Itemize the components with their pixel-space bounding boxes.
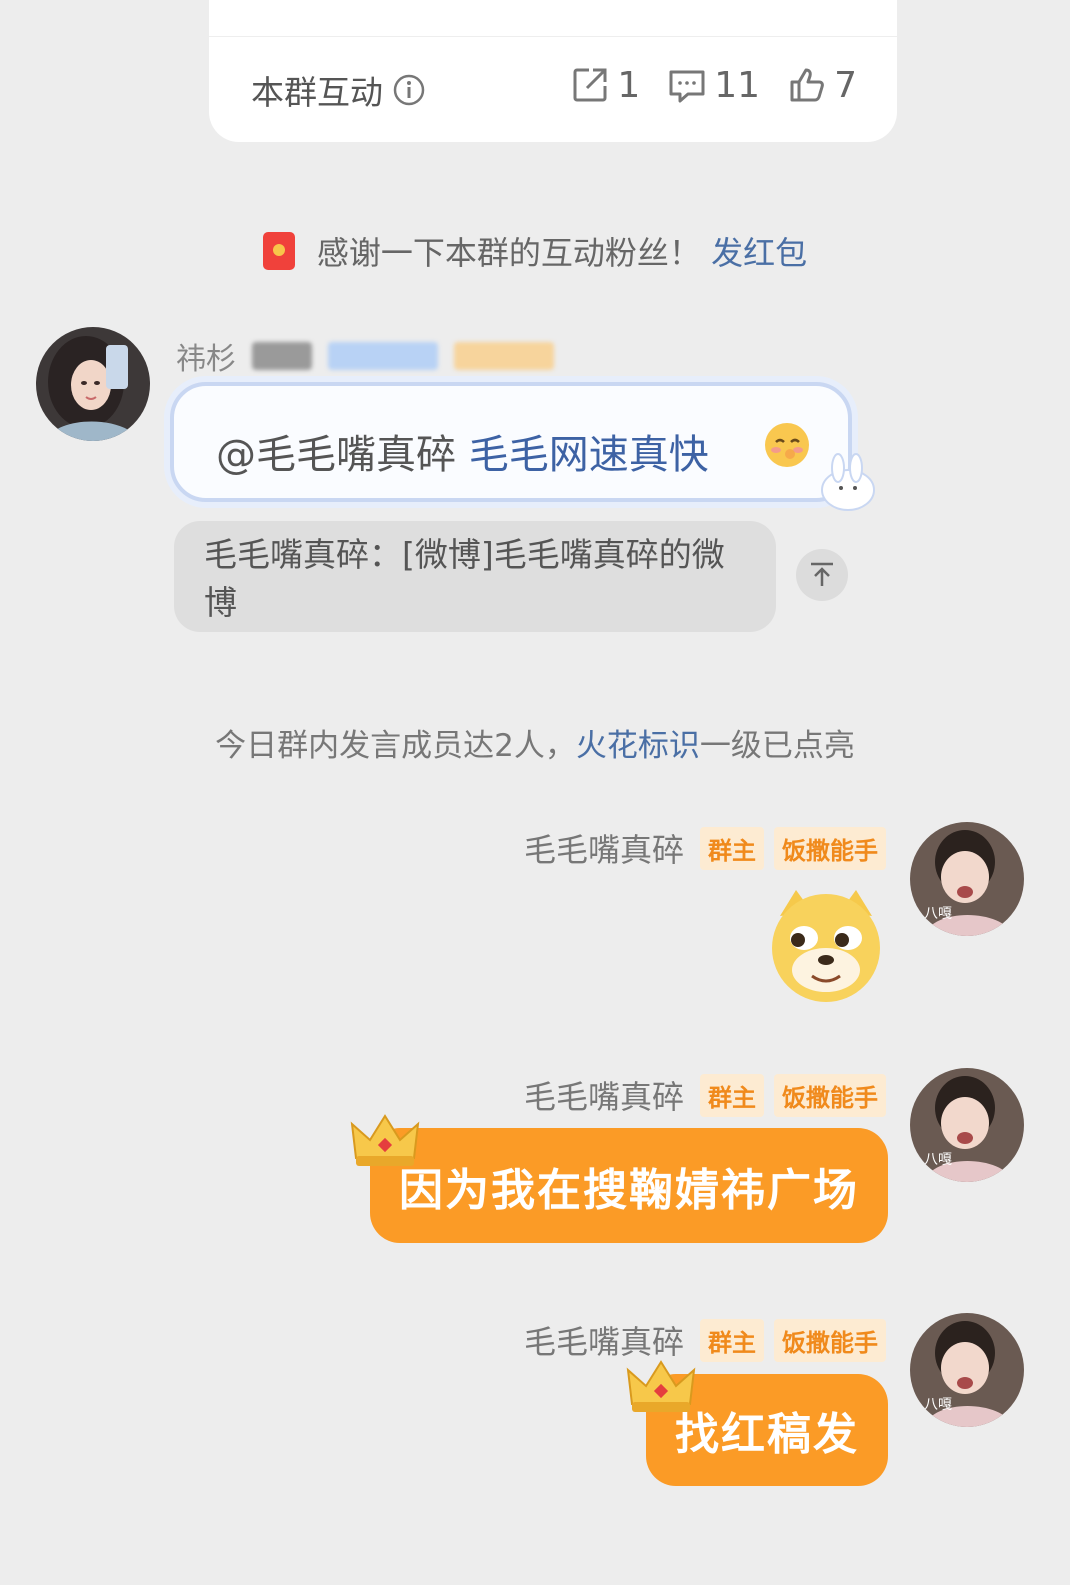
fan-badge: 饭撒能手: [774, 826, 886, 870]
group-interaction-text: 本群互动: [251, 73, 383, 112]
fan-badge: 饭撒能手: [774, 1318, 886, 1362]
fan-badge: 饭撒能手: [774, 1073, 886, 1117]
share-stat[interactable]: 1: [569, 64, 640, 106]
svg-text:八嘎: 八嘎: [924, 906, 952, 922]
owner-badge: 群主: [700, 1318, 764, 1362]
my-avatar[interactable]: 八嘎: [910, 1068, 1024, 1182]
card-faded-content: [239, 0, 859, 4]
comment-stat[interactable]: 11: [666, 64, 760, 106]
system-message: 今日群内发言成员达2人，火花标识一级已点亮: [0, 720, 1070, 765]
svg-text:八嘎: 八嘎: [924, 1397, 952, 1413]
like-icon: [790, 68, 824, 102]
system-message-suffix: 一级已点亮: [699, 728, 855, 764]
notice-text: 感谢一下本群的互动粉丝！: [316, 234, 701, 272]
bunny-decoration-icon: [821, 453, 875, 511]
message-text: 因为我在搜鞠婧祎广场: [399, 1164, 859, 1216]
group-interaction-card: 本群互动 1 11 7: [209, 0, 897, 142]
comment-icon: [669, 70, 705, 103]
red-packet-icon: [262, 232, 295, 270]
message-header: 毛毛嘴真碎 群主 饭撒能手: [524, 1317, 886, 1363]
message-text: 找红稿发: [675, 1409, 859, 1460]
message-bubble[interactable]: 因为我在搜鞠婧祎广场: [370, 1128, 888, 1243]
blurred-badge: [454, 342, 554, 370]
doge-sticker[interactable]: [766, 886, 886, 1006]
crown-icon: [350, 1114, 420, 1166]
jump-to-quote-button[interactable]: [796, 549, 848, 601]
message-bubble[interactable]: @毛毛嘴真碎 毛毛网速真快: [170, 382, 875, 511]
system-message-prefix: 今日群内发言成员达2人，: [215, 728, 576, 764]
share-count: 1: [617, 64, 641, 106]
sender-name[interactable]: 毛毛嘴真碎: [524, 1317, 684, 1363]
like-count: 7: [834, 64, 857, 106]
my-avatar[interactable]: 八嘎: [910, 822, 1024, 936]
blush-emoji-icon: [765, 423, 809, 467]
my-avatar[interactable]: 八嘎: [910, 1313, 1024, 1427]
share-icon: [573, 68, 607, 102]
sender-avatar[interactable]: [36, 327, 150, 441]
sender-name-row: 祎杉: [176, 334, 554, 378]
like-stat[interactable]: 7: [786, 64, 857, 106]
blurred-name: [252, 342, 312, 370]
mention-text[interactable]: @毛毛嘴真碎: [216, 432, 456, 478]
crown-icon: [626, 1360, 696, 1412]
comment-count: 11: [714, 64, 761, 106]
divider: [209, 36, 897, 37]
arrow-up-icon: [811, 562, 833, 586]
quoted-message[interactable]: 毛毛嘴真碎：[微博]毛毛嘴真碎的微博: [174, 521, 776, 632]
sender-name[interactable]: 毛毛嘴真碎: [524, 1072, 684, 1118]
svg-text:八嘎: 八嘎: [924, 1152, 952, 1168]
red-packet-notice: 感谢一下本群的互动粉丝！ 发红包: [0, 228, 1070, 274]
owner-badge: 群主: [700, 1073, 764, 1117]
sender-name[interactable]: 毛毛嘴真碎: [524, 825, 684, 871]
message-header: 毛毛嘴真碎 群主 饭撒能手: [524, 825, 886, 871]
group-interaction-label: 本群互动: [251, 66, 425, 114]
info-icon[interactable]: [393, 74, 425, 106]
message-header: 毛毛嘴真碎 群主 饭撒能手: [524, 1072, 886, 1118]
owner-badge: 群主: [700, 826, 764, 870]
send-red-packet-link[interactable]: 发红包: [711, 234, 807, 272]
quoted-text: 毛毛嘴真碎：[微博]毛毛嘴真碎的微博: [204, 535, 725, 622]
message-text: 毛毛网速真快: [468, 432, 709, 478]
spark-badge-link[interactable]: 火花标识: [576, 728, 700, 764]
sender-name: 祎杉: [176, 342, 236, 377]
interaction-stats: 1 11 7: [569, 64, 857, 106]
blurred-badge: [328, 342, 438, 370]
